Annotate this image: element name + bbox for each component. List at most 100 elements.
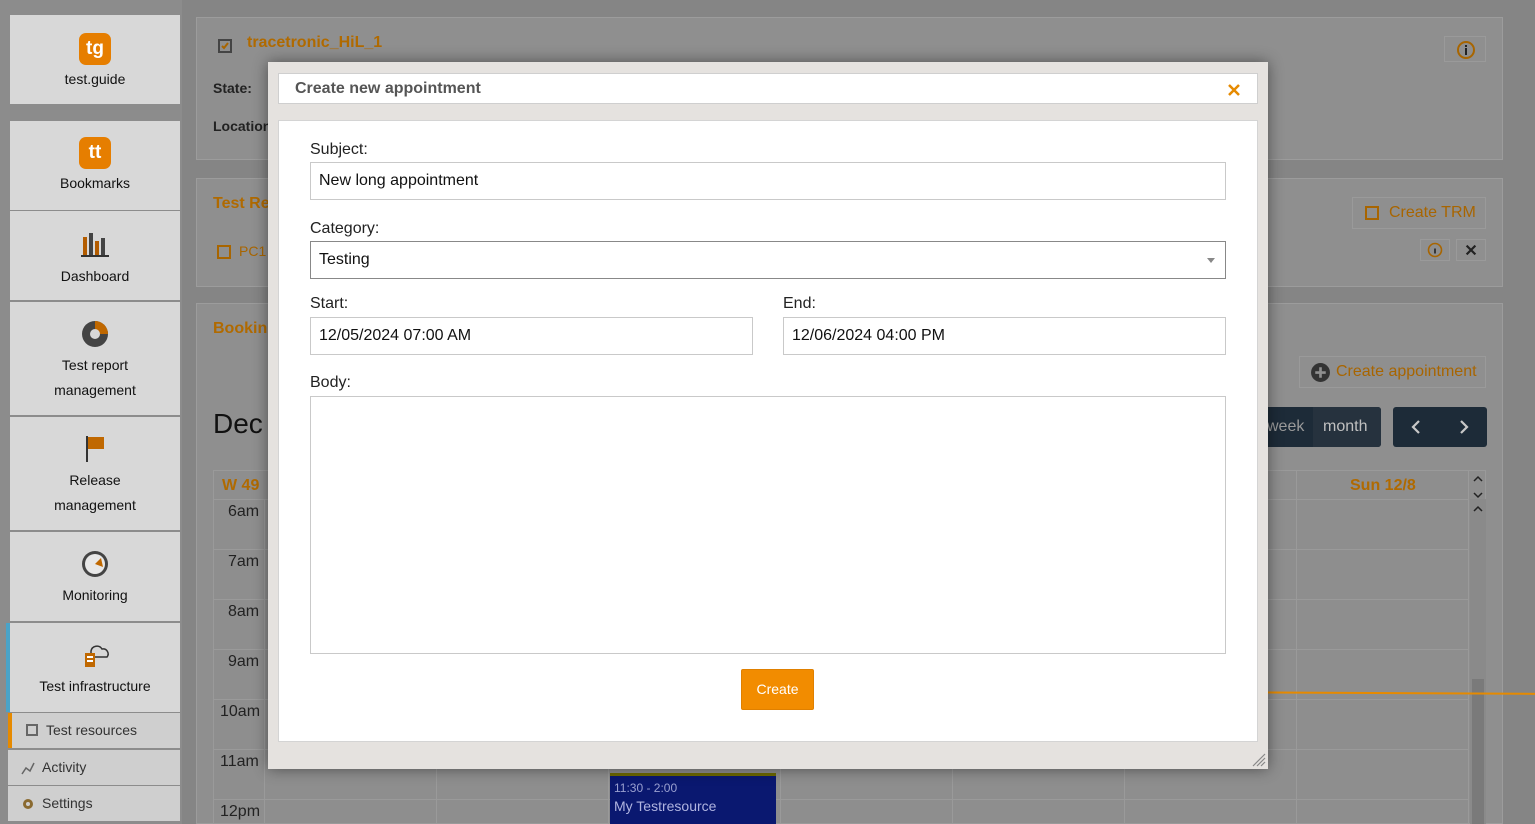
scroll-arrows-icon[interactable]: [1470, 473, 1486, 515]
location-label: Location: [213, 118, 272, 134]
create-trm-label: Create TRM: [1389, 204, 1476, 221]
sidebar-subitem-label: Activity: [42, 759, 87, 775]
chevron-left-icon[interactable]: [1409, 419, 1425, 435]
subject-value: New long appointment: [319, 172, 479, 189]
sidebar-item-label-line2: management: [54, 382, 136, 398]
category-value: Testing: [319, 251, 370, 268]
sidebar-subitem-activity[interactable]: Activity: [8, 750, 180, 785]
sidebar-item-label: test.guide: [64, 71, 126, 87]
subject-label: Subject:: [310, 141, 368, 158]
sidebar-item-bookmarks[interactable]: tt Bookmarks: [10, 121, 180, 210]
hour-label: 11am: [220, 753, 259, 770]
create-appointment-label: Create appointment: [1336, 363, 1477, 380]
sidebar-subitem-label: Settings: [42, 795, 93, 811]
scrollbar[interactable]: [1470, 499, 1486, 824]
day-header-sun: Sun 12/8: [1350, 477, 1416, 494]
info-button[interactable]: [1420, 239, 1450, 261]
column-line: [264, 499, 265, 824]
info-icon: [1457, 41, 1475, 59]
cpu-icon: [1365, 206, 1379, 220]
resource-title: tracetronic_HiL_1: [247, 34, 383, 51]
remove-button[interactable]: [1456, 239, 1486, 261]
sidebar-item-label: Bookmarks: [59, 175, 131, 191]
info-button[interactable]: [1444, 36, 1486, 62]
info-icon: [1427, 242, 1443, 258]
hour-label: 6am: [228, 503, 260, 520]
sidebar-item-dashboard[interactable]: Dashboard: [10, 211, 180, 300]
create-button[interactable]: Create: [741, 669, 814, 710]
end-value: 12/06/2024 04:00 PM: [792, 327, 946, 344]
category-select[interactable]: Testing: [310, 241, 1226, 279]
state-label: State:: [213, 80, 252, 96]
close-icon: [1465, 244, 1477, 256]
event-title: My Testresource: [614, 798, 717, 814]
column-line: [1468, 471, 1469, 824]
event-time: 11:30 - 2:00: [614, 781, 678, 795]
view-toggle: week month: [1265, 407, 1381, 447]
bookmarks-logo: tt: [79, 137, 111, 169]
sidebar-subitem-settings[interactable]: Settings: [8, 786, 180, 821]
week-number: W 49: [222, 477, 260, 494]
chart-icon: [21, 762, 35, 775]
month-heading: Dec: [213, 408, 263, 439]
nav-buttons: [1393, 407, 1487, 447]
test-resource-panel-title: Test Re: [213, 195, 270, 212]
create-trm-button[interactable]: Create TRM: [1352, 197, 1486, 229]
sidebar-subitem-label: Test resources: [46, 722, 138, 738]
test-resource-item[interactable]: PC1: [239, 243, 266, 259]
sidebar-item-label: Release: [69, 472, 121, 488]
resize-grip-icon[interactable]: [1252, 753, 1266, 767]
gear-icon: [23, 799, 33, 809]
hour-label: 9am: [228, 653, 260, 670]
create-appointment-dialog: Create new appointment Subject: New long…: [268, 62, 1268, 769]
sidebar-item-test-report-management[interactable]: Test report management: [10, 302, 180, 415]
view-week-button[interactable]: week: [1267, 418, 1304, 436]
start-field[interactable]: 12/05/2024 07:00 AM: [310, 317, 753, 355]
view-month-button[interactable]: month: [1313, 407, 1381, 447]
end-label: End:: [783, 295, 816, 312]
sidebar-item-test-infrastructure[interactable]: Test infrastructure: [6, 623, 180, 712]
sidebar-item-release-management[interactable]: Release management: [10, 417, 180, 530]
booking-panel-title: Bookin: [213, 320, 268, 337]
body-label: Body:: [310, 374, 351, 391]
subject-field[interactable]: New long appointment: [310, 162, 1226, 200]
dialog-header: Create new appointment: [278, 73, 1258, 104]
column-line: [1296, 471, 1297, 824]
category-label: Category:: [310, 220, 380, 237]
gauge-icon: [82, 551, 108, 577]
hour-label: 10am: [220, 703, 261, 720]
sidebar-item-label: Monitoring: [62, 587, 128, 603]
body-textarea[interactable]: [310, 396, 1226, 654]
sidebar-subitem-test-resources[interactable]: Test resources: [8, 713, 180, 748]
infrastructure-icon: [85, 645, 109, 667]
start-label: Start:: [310, 295, 349, 312]
plus-circle-icon: [1311, 363, 1330, 382]
sidebar-item-label-line2: management: [54, 497, 136, 513]
sidebar-item-label: Dashboard: [60, 268, 130, 284]
close-icon[interactable]: [1227, 83, 1241, 97]
sidebar-item-test-guide[interactable]: tg test.guide: [10, 15, 180, 104]
cpu-icon: [217, 245, 231, 259]
hour-label: 12pm: [220, 803, 261, 820]
row-line: [214, 799, 1469, 800]
chevron-right-icon[interactable]: [1455, 419, 1471, 435]
calendar-event[interactable]: 11:30 - 2:00 My Testresource: [610, 773, 776, 824]
chip-icon: [218, 39, 232, 53]
chip-icon: [26, 724, 38, 736]
scrollbar-thumb[interactable]: [1472, 679, 1484, 824]
dialog-title: Create new appointment: [295, 80, 481, 97]
sidebar-item-label: Test report: [61, 357, 129, 373]
end-field[interactable]: 12/06/2024 04:00 PM: [783, 317, 1226, 355]
hour-label: 7am: [228, 553, 260, 570]
start-value: 12/05/2024 07:00 AM: [319, 327, 472, 344]
dashboard-icon: [81, 233, 109, 257]
view-month-label: month: [1323, 418, 1368, 435]
create-appointment-button[interactable]: Create appointment: [1299, 356, 1486, 388]
sidebar: tg test.guide tt Bookmarks Dashboard Tes…: [0, 0, 182, 824]
pie-chart-icon: [82, 321, 108, 347]
dialog-body: Subject: New long appointment Category: …: [278, 120, 1258, 742]
create-label: Create: [756, 681, 799, 697]
sidebar-item-monitoring[interactable]: Monitoring: [10, 532, 180, 621]
test-guide-logo: tg: [79, 33, 111, 65]
sidebar-item-label: Test infrastructure: [39, 678, 151, 694]
